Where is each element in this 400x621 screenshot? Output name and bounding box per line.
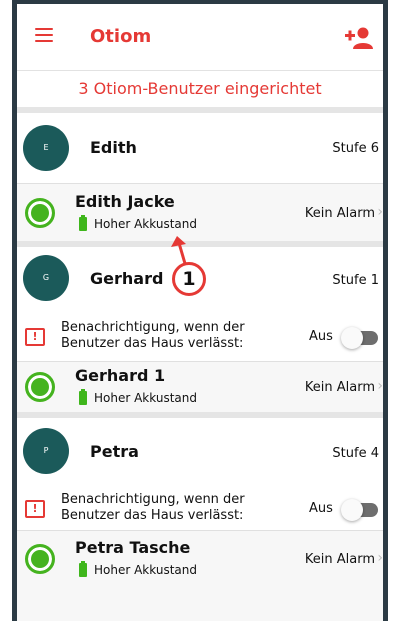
- leave-home-toggle[interactable]: [341, 499, 378, 521]
- device-row-petra-tasche[interactable]: Petra Tasche Hoher Akkustand Kein Alarm …: [17, 530, 383, 585]
- chevron-right-icon: ›: [377, 378, 383, 394]
- status-ok-icon: [25, 198, 55, 228]
- alarm-status: Kein Alarm: [304, 206, 375, 221]
- battery-status: Hoher Akkustand: [94, 391, 197, 405]
- device-name: Edith Jacke: [75, 192, 175, 211]
- status-ok-icon: [25, 372, 55, 402]
- chevron-right-icon: ›: [377, 550, 383, 566]
- battery-status: Hoher Akkustand: [94, 217, 197, 231]
- add-user-icon[interactable]: [345, 27, 373, 49]
- user-header-edith[interactable]: E Edith Stufe 6: [17, 113, 383, 183]
- alarm-status: Kein Alarm: [304, 380, 375, 395]
- user-header-petra[interactable]: P Petra Stufe 4: [17, 418, 383, 482]
- leave-home-notification-gerhard: ! Benachrichtigung, wenn der Benutzer da…: [17, 313, 383, 361]
- battery-icon: [79, 389, 87, 405]
- app-bar: Otiom: [17, 4, 383, 71]
- menu-icon[interactable]: [35, 28, 53, 42]
- alarm-status: Kein Alarm: [304, 552, 375, 567]
- device-row-gerhard-1[interactable]: Gerhard 1 Hoher Akkustand Kein Alarm ›: [17, 361, 383, 413]
- user-level: Stufe 1: [332, 273, 379, 288]
- chevron-right-icon: ›: [377, 204, 383, 220]
- battery-status: Hoher Akkustand: [94, 563, 197, 577]
- status-ok-icon: [25, 544, 55, 574]
- avatar: E: [23, 125, 69, 171]
- device-name: Gerhard 1: [75, 366, 166, 385]
- notification-label: Benachrichtigung, wenn der Benutzer das …: [61, 492, 245, 523]
- user-name: Gerhard: [90, 269, 164, 288]
- device-row-edith-jacke[interactable]: Edith Jacke Hoher Akkustand Kein Alarm ›: [17, 183, 383, 242]
- user-count-summary: 3 Otiom-Benutzer eingerichtet: [17, 71, 383, 107]
- app-title: Otiom: [90, 26, 152, 47]
- battery-icon: [79, 215, 87, 231]
- app-frame: Otiom 3 Otiom-Benutzer eingerichtet E Ed…: [12, 0, 388, 621]
- battery-icon: [79, 561, 87, 577]
- notification-state: Aus: [309, 329, 333, 344]
- alert-icon: !: [25, 328, 45, 346]
- notification-label: Benachrichtigung, wenn der Benutzer das …: [61, 320, 245, 351]
- alert-icon: !: [25, 500, 45, 518]
- device-name: Petra Tasche: [75, 538, 191, 557]
- leave-home-toggle[interactable]: [341, 327, 378, 349]
- user-level: Stufe 4: [332, 446, 379, 461]
- leave-home-notification-petra: ! Benachrichtigung, wenn der Benutzer da…: [17, 482, 383, 530]
- callout-number-badge: 1: [172, 262, 206, 296]
- notification-state: Aus: [309, 501, 333, 516]
- user-level: Stufe 6: [332, 141, 379, 156]
- avatar: P: [23, 428, 69, 474]
- user-name: Petra: [90, 442, 139, 461]
- user-name: Edith: [90, 138, 137, 157]
- avatar: G: [23, 255, 69, 301]
